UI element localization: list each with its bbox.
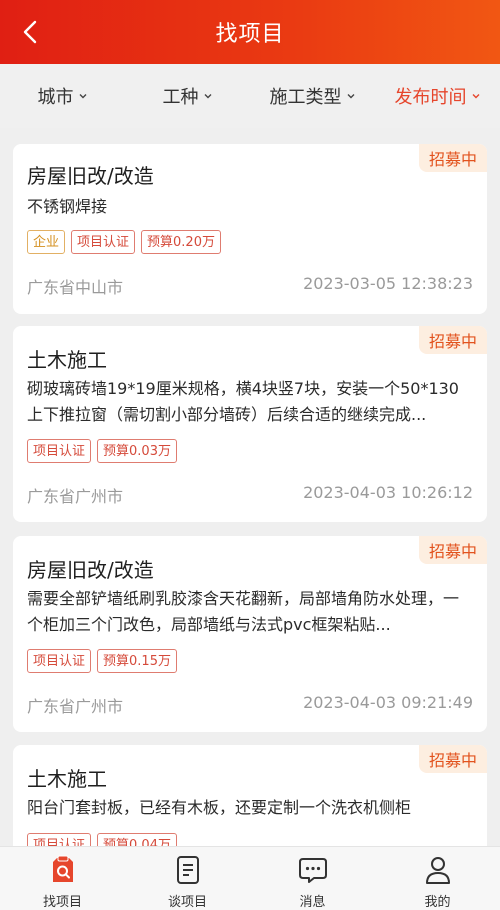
tag-budget: 预算0.20万 (141, 230, 221, 254)
chevron-down-icon (472, 94, 479, 99)
tab-mine[interactable]: 我的 (375, 847, 500, 910)
filter-label: 施工类型 (269, 87, 342, 108)
project-description: 不锈钢焊接 (27, 197, 108, 216)
project-description: 砌玻璃砖墙19*19厘米规格，横4块竖7块，安装一个50*130上下推拉窗（需切… (27, 379, 459, 424)
project-title: 房屋旧改/改造 (27, 558, 154, 582)
filter-label: 工种 (162, 87, 199, 108)
project-title: 土木施工 (27, 348, 107, 372)
filter-publish-time[interactable]: 发布时间 (375, 83, 500, 109)
project-card[interactable]: 招募中 土木施工 砌玻璃砖墙19*19厘米规格，横4块竖7块，安装一个50*13… (13, 326, 487, 522)
tag-list: 项目认证 预算0.15万 (27, 649, 177, 673)
tag-list: 项目认证 预算0.03万 (27, 439, 177, 463)
project-description: 阳台门套封板，已经有木板，还要定制一个洗衣机侧柜 (27, 798, 412, 817)
project-time: 2023-03-05 12:38:23 (303, 274, 473, 293)
project-description: 需要全部铲墙纸刷乳胶漆含天花翻新，局部墙角防水处理，一个柜加三个门改色，局部墙纸… (27, 589, 460, 634)
tab-label: 消息 (299, 895, 326, 910)
project-title: 土木施工 (27, 767, 107, 791)
filter-bar: 城市 工种 施工类型 发布时间 (0, 64, 500, 128)
tab-discuss-project[interactable]: 谈项目 (125, 847, 250, 910)
status-badge: 招募中 (419, 326, 487, 354)
tag-budget: 预算0.03万 (97, 439, 177, 463)
filter-label: 城市 (37, 87, 74, 108)
project-card[interactable]: 招募中 房屋旧改/改造 不锈钢焊接 企业 项目认证 预算0.20万 广东省中山市… (13, 144, 487, 314)
back-button[interactable] (14, 16, 46, 48)
project-time: 2023-04-03 10:26:12 (303, 483, 473, 502)
bottom-tab-bar: 找项目 谈项目 消息 我的 (0, 846, 500, 910)
tag-enterprise: 企业 (27, 230, 66, 254)
project-location: 广东省广州市 (27, 697, 124, 716)
tab-label: 谈项目 (167, 895, 207, 910)
document-icon (173, 855, 203, 885)
tab-label: 找项目 (42, 895, 82, 910)
tag-verified: 项目认证 (27, 649, 92, 673)
chevron-left-icon (23, 20, 37, 44)
filter-trade[interactable]: 工种 (125, 83, 250, 109)
project-location: 广东省中山市 (27, 278, 124, 297)
project-time: 2023-04-03 09:21:49 (303, 693, 473, 712)
user-icon (423, 855, 453, 885)
tab-messages[interactable]: 消息 (250, 847, 375, 910)
filter-construction-type[interactable]: 施工类型 (250, 83, 375, 109)
chevron-down-icon (204, 94, 211, 99)
project-location: 广东省广州市 (27, 487, 124, 506)
status-badge: 招募中 (419, 536, 487, 564)
chevron-down-icon (79, 94, 86, 99)
tab-find-project[interactable]: 找项目 (0, 847, 125, 910)
chevron-down-icon (347, 94, 354, 99)
filter-label: 发布时间 (394, 87, 467, 108)
status-badge: 招募中 (419, 144, 487, 172)
tag-verified: 项目认证 (27, 439, 92, 463)
project-title: 房屋旧改/改造 (27, 164, 154, 188)
find-project-icon (48, 855, 78, 885)
project-card[interactable]: 招募中 房屋旧改/改造 需要全部铲墙纸刷乳胶漆含天花翻新，局部墙角防水处理，一个… (13, 536, 487, 732)
tag-list: 企业 项目认证 预算0.20万 (27, 230, 221, 254)
filter-city[interactable]: 城市 (0, 83, 125, 109)
tab-label: 我的 (424, 895, 451, 910)
top-app-bar: 找项目 (0, 0, 500, 64)
tag-budget: 预算0.15万 (97, 649, 177, 673)
page-title: 找项目 (215, 22, 285, 47)
status-badge: 招募中 (419, 745, 487, 773)
tag-verified: 项目认证 (71, 230, 136, 254)
message-icon (298, 855, 328, 885)
